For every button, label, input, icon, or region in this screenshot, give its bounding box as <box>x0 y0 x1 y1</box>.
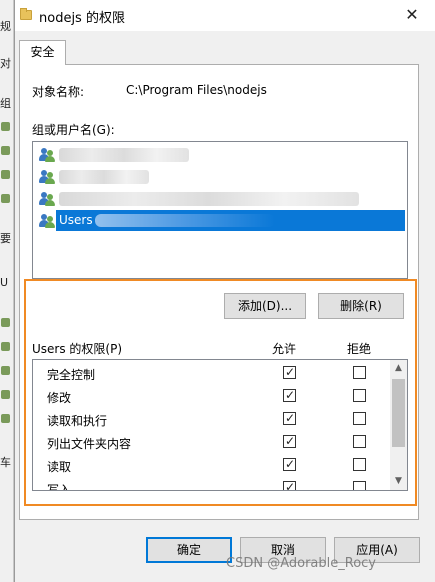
deny-checkbox[interactable] <box>353 458 366 471</box>
list-item-selected[interactable]: Users <box>35 210 405 232</box>
check-mark-icon: ✓ <box>285 480 296 491</box>
permission-name: 修改 <box>47 391 72 405</box>
deny-checkbox[interactable] <box>353 435 366 448</box>
background-text: 要 <box>0 232 11 245</box>
ok-button[interactable]: 确定 <box>146 537 232 563</box>
user-group-icon <box>39 192 55 206</box>
title-bar[interactable]: nodejs 的权限 ✕ <box>15 0 435 31</box>
watermark-text: CSDN @Adorable_Rocy <box>226 556 376 571</box>
background-text: 规 <box>0 20 11 33</box>
permissions-title: Users 的权限(P) <box>32 342 123 356</box>
obscured-user-name <box>59 170 149 184</box>
allow-checkbox[interactable]: ✓ <box>283 434 296 448</box>
permissions-dialog: nodejs 的权限 ✕ 安全 对象名称: C:\Program Files\n… <box>14 0 435 582</box>
list-item[interactable] <box>35 166 405 188</box>
object-name-value: C:\Program Files\nodejs <box>126 83 267 97</box>
list-item[interactable] <box>35 188 405 210</box>
object-name-label: 对象名称: <box>32 85 85 99</box>
group-user-list[interactable]: Users <box>32 141 408 279</box>
check-mark-icon: ✓ <box>285 411 296 425</box>
security-panel: 对象名称: C:\Program Files\nodejs 组或用户名(G): … <box>19 64 419 520</box>
permission-name: 读取和执行 <box>47 414 108 428</box>
check-mark-icon: ✓ <box>285 434 296 448</box>
folder-icon <box>20 8 32 20</box>
table-row: 读取 ✓ <box>33 454 389 477</box>
background-icon <box>1 194 10 203</box>
background-text: 组 <box>0 97 11 110</box>
background-icon <box>1 366 10 375</box>
allow-checkbox[interactable]: ✓ <box>283 457 296 471</box>
close-icon[interactable]: ✕ <box>400 4 424 26</box>
deny-checkbox[interactable] <box>353 389 366 402</box>
permission-name: 写入 <box>47 483 72 491</box>
table-row: 完全控制 ✓ <box>33 362 389 385</box>
background-icon <box>1 390 10 399</box>
remove-button[interactable]: 删除(R) <box>318 293 404 319</box>
permission-name: 读取 <box>47 460 72 474</box>
deny-checkbox[interactable] <box>353 412 366 425</box>
deny-column-header: 拒绝 <box>347 342 372 356</box>
background-text: 对 <box>0 57 11 70</box>
allow-column-header: 允许 <box>272 342 297 356</box>
allow-checkbox[interactable]: ✓ <box>283 411 296 425</box>
check-mark-icon: ✓ <box>285 457 296 471</box>
background-icon <box>1 170 10 179</box>
group-users-label: 组或用户名(G): <box>32 123 115 137</box>
allow-checkbox[interactable]: ✓ <box>283 388 296 402</box>
background-icon <box>1 122 10 131</box>
table-row: 修改 ✓ <box>33 385 389 408</box>
window-title: nodejs 的权限 <box>39 11 125 26</box>
obscured-user-name <box>95 214 275 227</box>
check-mark-icon: ✓ <box>285 365 296 379</box>
permissions-scrollbar[interactable]: ▲ ▼ <box>390 360 407 490</box>
allow-checkbox[interactable]: ✓ <box>283 365 296 379</box>
list-item[interactable] <box>35 144 405 166</box>
deny-checkbox[interactable] <box>353 366 366 379</box>
table-row: 读取和执行 ✓ <box>33 408 389 431</box>
background-icon <box>1 414 10 423</box>
scroll-thumb[interactable] <box>392 379 405 447</box>
user-group-icon <box>39 148 55 162</box>
permission-name: 完全控制 <box>47 368 96 382</box>
permissions-list[interactable]: 完全控制 ✓ 修改 ✓ 读取和执行 ✓ 列出文件夹内容 ✓ 读取 ✓ 写入 ✓ … <box>32 359 408 491</box>
tab-security[interactable]: 安全 <box>19 40 66 65</box>
user-group-icon <box>39 170 55 184</box>
permission-name: 列出文件夹内容 <box>47 437 132 451</box>
scroll-up-icon[interactable]: ▲ <box>390 360 407 377</box>
user-group-icon <box>39 214 55 228</box>
background-text: 车 <box>0 456 11 469</box>
obscured-user-name <box>59 148 189 162</box>
background-text: U <box>0 276 9 289</box>
background-icon <box>1 342 10 351</box>
background-icon <box>1 146 10 155</box>
table-row: 写入 ✓ <box>33 477 389 491</box>
deny-checkbox[interactable] <box>353 481 366 490</box>
background-window: 规 对 组 要 U 车 <box>0 0 14 582</box>
user-name: Users <box>59 213 93 227</box>
scroll-down-icon[interactable]: ▼ <box>390 473 407 490</box>
check-mark-icon: ✓ <box>285 388 296 402</box>
obscured-user-name <box>59 192 359 206</box>
allow-checkbox[interactable]: ✓ <box>283 480 296 491</box>
table-row: 列出文件夹内容 ✓ <box>33 431 389 454</box>
background-icon <box>1 318 10 327</box>
add-button[interactable]: 添加(D)... <box>224 293 306 319</box>
